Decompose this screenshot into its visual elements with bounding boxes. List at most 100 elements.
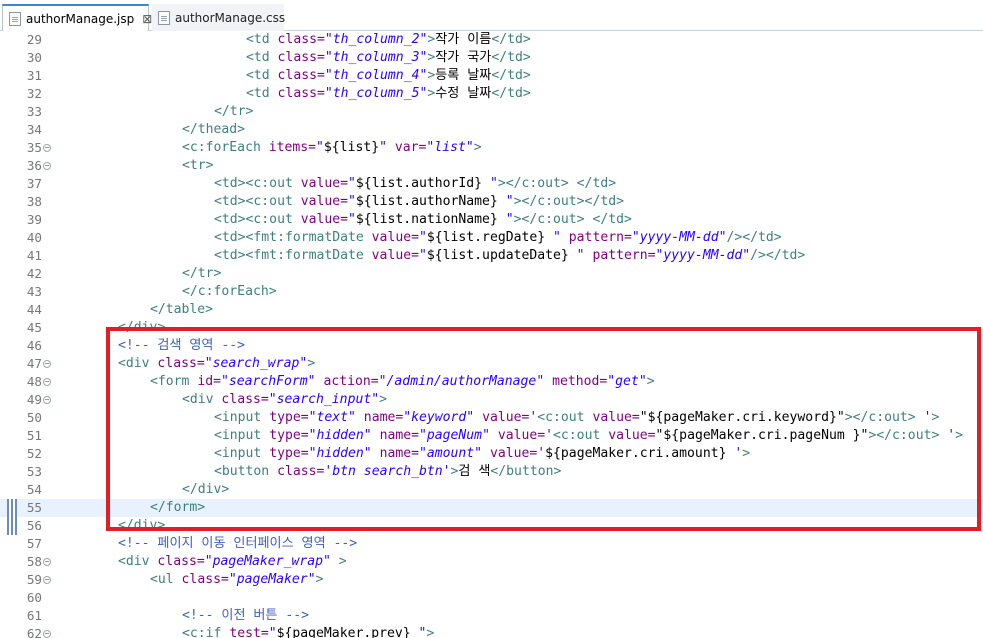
code-line[interactable]: 41 <td><fmt:formatDate value="${list.upda… xyxy=(0,247,983,265)
code-token: <tr> xyxy=(182,158,214,173)
code-line[interactable]: 32 <td class="th_column_5">수정 날짜</td> xyxy=(0,85,983,103)
code-line[interactable]: 60 xyxy=(0,589,983,607)
code-token: class= xyxy=(277,464,325,479)
code-text: <button class='btn search_btn'>검 색</butt… xyxy=(214,463,561,481)
tab-authormanage-jsp[interactable]: authorManage.jsp ⊠ xyxy=(2,4,152,31)
fold-toggle-icon[interactable]: − xyxy=(43,558,51,566)
code-line[interactable]: 38 <td><c:out value="${list.authorName} "… xyxy=(0,193,983,211)
line-number: 32 xyxy=(26,86,42,101)
fold-toggle-icon[interactable]: − xyxy=(43,576,51,584)
code-token: 작가 국가 xyxy=(435,50,492,65)
code-token: "hidden" xyxy=(308,446,372,461)
code-line[interactable]: 51 <input type="hidden" name="pageNum" va… xyxy=(0,427,983,445)
css-file-icon xyxy=(158,10,170,25)
code-token: ' xyxy=(537,446,546,461)
code-token: <c:out xyxy=(553,428,609,443)
code-token: <form xyxy=(150,374,198,389)
code-token: <input xyxy=(214,446,270,461)
code-line[interactable]: 59− <ul class="pageMaker"> xyxy=(0,571,983,589)
code-token: <div xyxy=(118,554,158,569)
code-token: value= xyxy=(474,410,530,425)
code-line[interactable]: 45 </div> xyxy=(0,319,983,337)
code-line[interactable]: 37 <td><c:out value="${list.authorId} "><… xyxy=(0,175,983,193)
code-line[interactable]: 61 <!-- 이전 버튼 --> xyxy=(0,607,983,625)
code-text: </thead> xyxy=(182,121,245,139)
change-marker xyxy=(7,517,17,535)
code-token: ' xyxy=(726,446,743,461)
line-number: 54 xyxy=(26,482,42,497)
code-token: </button> xyxy=(490,464,562,479)
line-number: 34 xyxy=(26,122,42,137)
code-line[interactable]: 44 </table> xyxy=(0,301,983,319)
code-line[interactable]: 36− <tr> xyxy=(0,157,983,175)
code-token: " xyxy=(418,248,427,263)
code-line[interactable]: 39 <td><c:out value="${list.nationName} "… xyxy=(0,211,983,229)
code-editor[interactable]: 29 <td class="th_column_2">작가 이름</td> 30 <t… xyxy=(0,32,983,638)
change-marker xyxy=(7,499,17,517)
code-line[interactable]: 55 </form> xyxy=(0,499,983,517)
code-token: class= xyxy=(277,50,325,65)
close-icon[interactable]: ⊠ xyxy=(142,12,152,26)
code-token: 'btn search_btn' xyxy=(324,464,451,479)
code-token: ></c:out> xyxy=(844,410,916,425)
code-text: <td><fmt:formatDate value="${list.update… xyxy=(214,247,805,265)
code-token: ' xyxy=(939,428,956,443)
code-token: <div xyxy=(118,356,158,371)
code-token: 작가 이름 xyxy=(435,32,492,47)
tab-authormanage-css[interactable]: authorManage.css xyxy=(152,4,285,31)
code-line[interactable]: 54 </div> xyxy=(0,481,983,499)
code-text: <input type="hidden" name="amount" value… xyxy=(214,445,750,463)
code-line[interactable]: 42 </tr> xyxy=(0,265,983,283)
code-line[interactable]: 62− <c:if test="${pageMaker.prev} "> xyxy=(0,625,983,638)
code-line[interactable]: 31 <td class="th_column_4">등록 날짜</td> xyxy=(0,67,983,85)
fold-toggle-icon[interactable]: − xyxy=(43,360,51,368)
code-token: ></c:out> xyxy=(868,428,940,443)
code-token: "pageMaker_wrap" xyxy=(204,554,331,569)
line-number: 57 xyxy=(26,536,42,551)
code-text: </form> xyxy=(150,499,205,517)
code-line[interactable]: 35− <c:forEach items="${list}" var="list"… xyxy=(0,139,983,157)
code-line[interactable]: 52 <input type="hidden" name="amount" val… xyxy=(0,445,983,463)
code-token: > xyxy=(330,554,347,569)
code-line[interactable]: 48− <form id="searchForm" action="/admin/… xyxy=(0,373,983,391)
code-line[interactable]: 43 </c:forEach> xyxy=(0,283,983,301)
code-line[interactable]: 56 </div> xyxy=(0,517,983,535)
code-token: ${list.nationName} xyxy=(355,212,498,227)
code-token: </form> xyxy=(150,500,206,515)
line-number: 49 xyxy=(26,392,42,407)
code-token: <c:forEach xyxy=(182,140,269,155)
code-token: " xyxy=(497,194,514,209)
code-token: > xyxy=(379,392,387,407)
code-token: value= xyxy=(592,410,640,425)
code-text: <tr> xyxy=(182,157,214,175)
code-line[interactable]: 30 <td class="th_column_3">작가 국가</td> xyxy=(0,49,983,67)
fold-toggle-icon[interactable]: − xyxy=(43,630,51,638)
code-line[interactable]: 57 <!-- 페이지 이동 인터페이스 영역 --> xyxy=(0,535,983,553)
code-text: </tr> xyxy=(214,103,253,121)
code-text: <td><fmt:formatDate value="${list.regDat… xyxy=(214,229,782,247)
code-line[interactable]: 58− <div class="pageMaker_wrap" > xyxy=(0,553,983,571)
code-token: ${pageMaker.prev} xyxy=(276,626,411,638)
code-line[interactable]: 29 <td class="th_column_2">작가 이름</td> xyxy=(0,32,983,49)
code-token: value= xyxy=(489,428,546,443)
code-line[interactable]: 34 </thead> xyxy=(0,121,983,139)
code-token: name= xyxy=(355,410,404,425)
fold-toggle-icon[interactable]: − xyxy=(43,144,51,152)
code-line[interactable]: 47− <div class="search_wrap"> xyxy=(0,355,983,373)
code-token: value= xyxy=(300,194,349,209)
code-line[interactable]: 50 <input type="text" name="keyword" valu… xyxy=(0,409,983,427)
fold-toggle-icon[interactable]: − xyxy=(43,396,51,404)
code-line[interactable]: 49− <div class="search_input"> xyxy=(0,391,983,409)
fold-toggle-icon[interactable]: − xyxy=(43,162,51,170)
code-line[interactable]: 53 <button class='btn search_btn'>검 색</bu… xyxy=(0,463,983,481)
fold-toggle-icon[interactable]: − xyxy=(43,378,51,386)
code-token: <td><c:out xyxy=(214,194,301,209)
code-line[interactable]: 40 <td><fmt:formatDate value="${list.regD… xyxy=(0,229,983,247)
code-token: </table> xyxy=(150,302,214,317)
code-token: <td xyxy=(246,68,278,83)
code-token: "${pageMaker.cri.pageNum }" xyxy=(655,428,869,443)
code-line[interactable]: 46 <!-- 검색 영역 --> xyxy=(0,337,983,355)
code-line[interactable]: 33 </tr> xyxy=(0,103,983,121)
code-token: 등록 날짜 xyxy=(435,68,492,83)
code-token: <ul xyxy=(150,572,182,587)
